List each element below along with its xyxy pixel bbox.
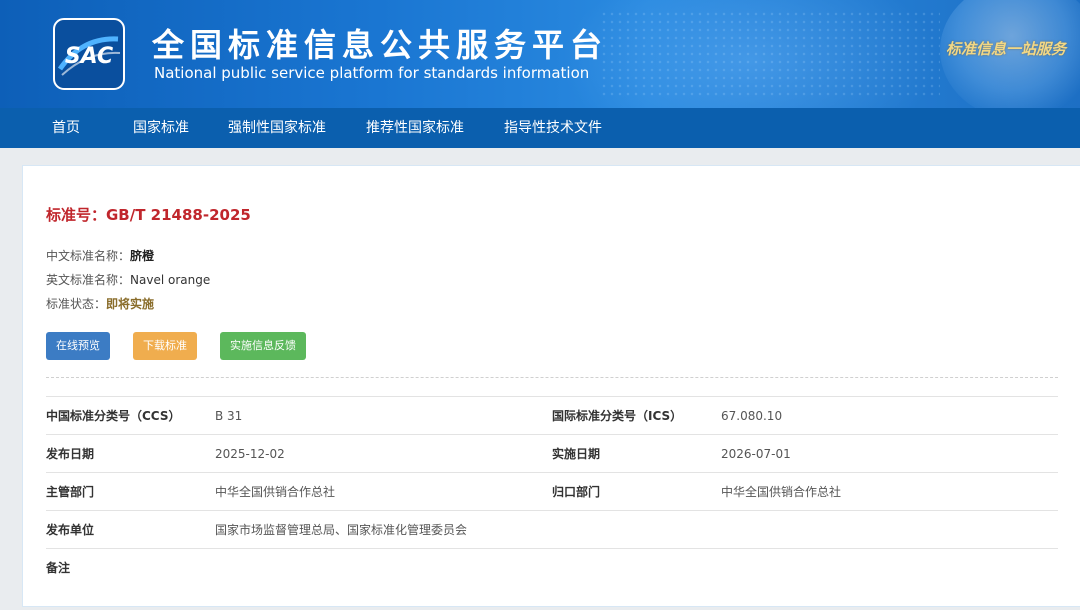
implementation-feedback-button[interactable]: 实施信息反馈 bbox=[220, 332, 306, 360]
table-row: 中国标准分类号（CCS） B 31 国际标准分类号（ICS） 67.080.10 bbox=[46, 396, 1058, 434]
publish-date-label: 发布日期 bbox=[46, 447, 95, 461]
competent-dept-label: 主管部门 bbox=[46, 485, 95, 499]
status-row: 标准状态：即将实施 bbox=[46, 295, 154, 312]
standard-number: 标准号：GB/T 21488-2025 bbox=[46, 206, 251, 224]
en-name-value: Navel orange bbox=[130, 273, 211, 287]
nav-item-guidance-documents[interactable]: 指导性技术文件 bbox=[504, 108, 602, 148]
centralized-dept-label: 归口部门 bbox=[552, 485, 601, 499]
nav-item-mandatory-standards[interactable]: 强制性国家标准 bbox=[228, 108, 326, 148]
ccs-label: 中国标准分类号（CCS） bbox=[46, 409, 181, 423]
slogan-text: 标准信息一站服务 bbox=[946, 40, 1067, 58]
cn-name-row: 中文标准名称：脐橙 bbox=[46, 247, 154, 264]
centralized-dept-value: 中华全国供销合作总社 bbox=[721, 485, 842, 499]
logo-text: SAC bbox=[65, 44, 113, 69]
section-divider bbox=[46, 377, 1058, 378]
cn-name-label: 中文标准名称： bbox=[46, 249, 131, 263]
banner-world-map bbox=[600, 10, 940, 100]
table-row: 发布日期 2025-12-02 实施日期 2026-07-01 bbox=[46, 434, 1058, 472]
main-nav: 首页 国家标准 强制性国家标准 推荐性国家标准 指导性技术文件 bbox=[0, 108, 1080, 148]
table-row: 备注 bbox=[46, 548, 1058, 586]
nav-item-home[interactable]: 首页 bbox=[52, 108, 80, 148]
remarks-label: 备注 bbox=[46, 561, 71, 575]
ics-label: 国际标准分类号（ICS） bbox=[552, 409, 683, 423]
competent-dept-value: 中华全国供销合作总社 bbox=[215, 485, 336, 499]
implement-date-value: 2026-07-01 bbox=[721, 447, 791, 461]
cn-name-value: 脐橙 bbox=[130, 249, 155, 263]
publisher-label: 发布单位 bbox=[46, 523, 95, 537]
publisher-value: 国家市场监督管理总局、国家标准化管理委员会 bbox=[215, 523, 468, 537]
nav-item-national-standards[interactable]: 国家标准 bbox=[133, 108, 189, 148]
standard-info-table: 中国标准分类号（CCS） B 31 国际标准分类号（ICS） 67.080.10… bbox=[46, 396, 1058, 586]
publish-date-value: 2025-12-02 bbox=[215, 447, 285, 461]
sac-logo-icon[interactable]: SAC bbox=[52, 17, 126, 91]
table-row: 发布单位 国家市场监督管理总局、国家标准化管理委员会 bbox=[46, 510, 1058, 548]
implement-date-label: 实施日期 bbox=[552, 447, 601, 461]
download-standard-button[interactable]: 下载标准 bbox=[133, 332, 197, 360]
standard-detail-card: 标准号：GB/T 21488-2025 中文标准名称：脐橙 英文标准名称：Nav… bbox=[22, 165, 1080, 607]
en-name-row: 英文标准名称：Navel orange bbox=[46, 271, 210, 288]
status-label: 标准状态： bbox=[46, 297, 107, 311]
site-title-cn: 全国标准信息公共服务平台 bbox=[152, 26, 609, 64]
header-banner: SAC 全国标准信息公共服务平台 National public service… bbox=[0, 0, 1080, 108]
en-name-label: 英文标准名称： bbox=[46, 273, 131, 287]
status-badge: 即将实施 bbox=[106, 297, 155, 311]
online-preview-button[interactable]: 在线预览 bbox=[46, 332, 110, 360]
nav-item-recommended-standards[interactable]: 推荐性国家标准 bbox=[366, 108, 464, 148]
ics-value: 67.080.10 bbox=[721, 409, 783, 423]
table-row: 主管部门 中华全国供销合作总社 归口部门 中华全国供销合作总社 bbox=[46, 472, 1058, 510]
site-title-en: National public service platform for sta… bbox=[154, 64, 590, 82]
ccs-value: B 31 bbox=[215, 409, 243, 423]
